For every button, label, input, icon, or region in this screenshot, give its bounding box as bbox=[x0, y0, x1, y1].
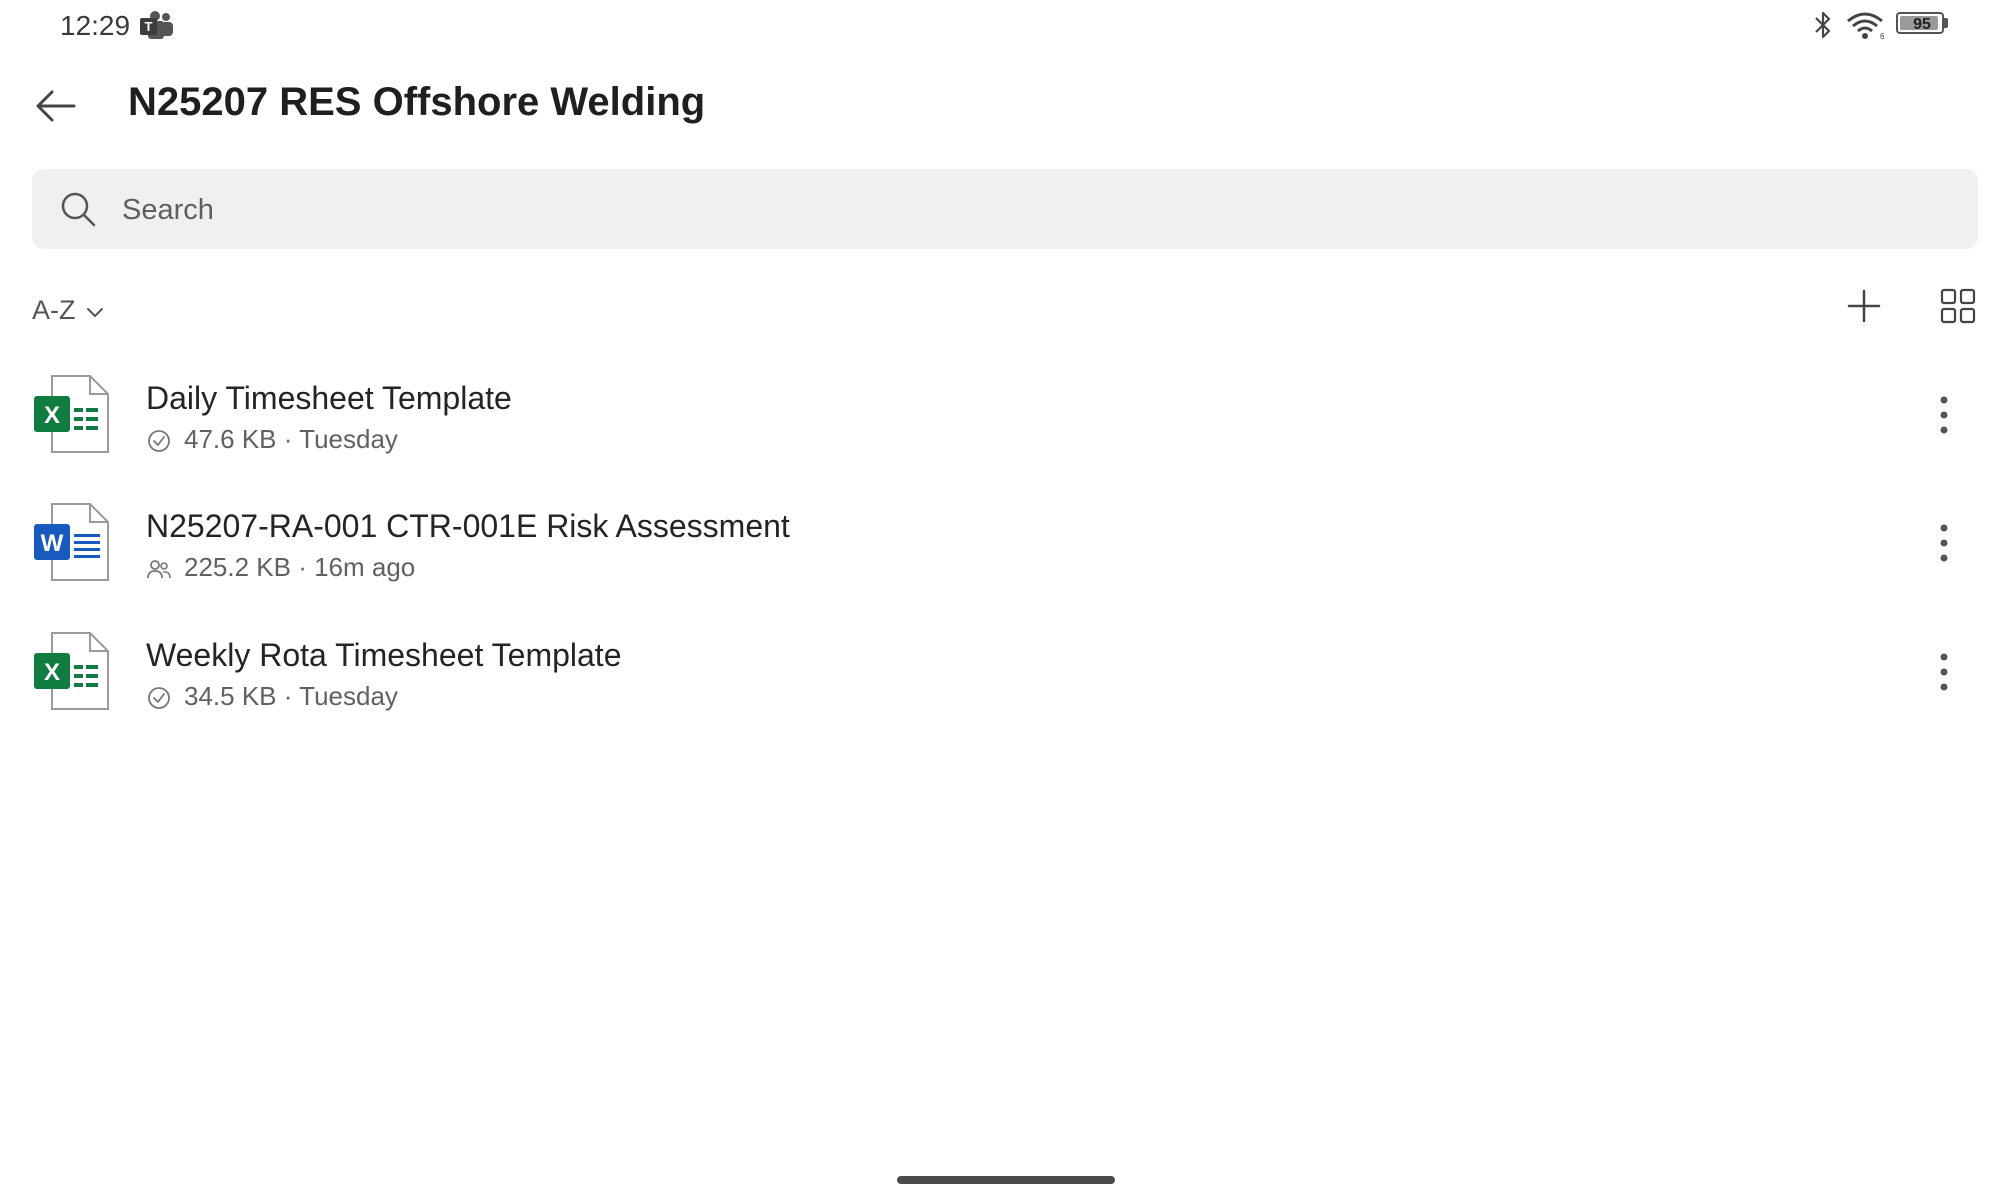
grid-view-icon bbox=[1940, 288, 1976, 324]
file-row[interactable]: X Daily Timesheet Template 47.6 KB · Tue… bbox=[0, 372, 2000, 492]
back-button[interactable] bbox=[30, 80, 82, 132]
status-bar: 12:29 T 6 95 bbox=[0, 0, 2000, 52]
file-meta-text: 47.6 KB · Tuesday bbox=[184, 424, 398, 454]
chevron-down-icon bbox=[86, 308, 103, 317]
file-name: Weekly Rota Timesheet Template bbox=[146, 637, 622, 673]
more-vertical-icon bbox=[1940, 524, 1948, 562]
sort-button[interactable]: A-Z bbox=[32, 290, 106, 330]
battery-body: 95 bbox=[1896, 12, 1944, 34]
svg-text:W: W bbox=[41, 530, 64, 557]
file-row[interactable]: X Weekly Rota Timesheet Template 34.5 KB… bbox=[0, 629, 2000, 749]
svg-text:X: X bbox=[44, 402, 60, 429]
arrow-left-icon bbox=[36, 90, 76, 122]
add-button[interactable] bbox=[1846, 288, 1882, 324]
status-time: 12:29 bbox=[60, 10, 131, 41]
synced-check-icon bbox=[148, 686, 170, 709]
more-vertical-icon bbox=[1940, 396, 1948, 434]
battery-level: 95 bbox=[1913, 16, 1931, 33]
file-meta: 47.6 KB · Tuesday bbox=[146, 424, 398, 455]
screen: 12:29 T 6 95 N25207 RES Offshore Welding… bbox=[0, 0, 2000, 1200]
file-name: N25207-RA-001 CTR-001E Risk Assessment bbox=[146, 508, 790, 544]
battery-tip bbox=[1944, 18, 1948, 28]
more-options-button[interactable] bbox=[1924, 647, 1964, 697]
svg-text:6: 6 bbox=[1880, 32, 1884, 40]
more-options-button[interactable] bbox=[1924, 518, 1964, 568]
file-meta-text: 34.5 KB · Tuesday bbox=[184, 681, 398, 711]
search-icon bbox=[61, 192, 96, 227]
home-indicator[interactable] bbox=[897, 1176, 1115, 1184]
sort-label: A-Z bbox=[32, 294, 76, 325]
battery-icon: 95 bbox=[1896, 12, 1952, 38]
search-input[interactable] bbox=[120, 181, 1924, 239]
page-title: N25207 RES Offshore Welding bbox=[128, 80, 706, 124]
bluetooth-icon bbox=[1815, 11, 1831, 39]
file-row[interactable]: W N25207-RA-001 CTR-001E Risk Assessment… bbox=[0, 500, 2000, 620]
grid-view-button[interactable] bbox=[1940, 288, 1976, 324]
word-file-icon: W bbox=[34, 503, 109, 581]
file-meta-text: 225.2 KB · 16m ago bbox=[184, 552, 416, 582]
teams-icon: T bbox=[140, 11, 173, 39]
svg-text:X: X bbox=[44, 659, 60, 686]
search-bar[interactable] bbox=[32, 169, 1978, 249]
more-options-button[interactable] bbox=[1924, 390, 1964, 440]
file-meta: 225.2 KB · 16m ago bbox=[146, 552, 415, 583]
excel-file-icon: X bbox=[34, 375, 109, 453]
synced-check-icon bbox=[148, 429, 170, 452]
file-meta: 34.5 KB · Tuesday bbox=[146, 681, 398, 712]
excel-file-icon: X bbox=[34, 632, 109, 710]
svg-text:T: T bbox=[145, 19, 153, 34]
plus-icon bbox=[1847, 289, 1881, 323]
wifi-icon: 6 bbox=[1847, 12, 1884, 40]
file-name: Daily Timesheet Template bbox=[146, 380, 512, 416]
more-vertical-icon bbox=[1940, 653, 1948, 691]
shared-people-icon bbox=[147, 559, 171, 578]
